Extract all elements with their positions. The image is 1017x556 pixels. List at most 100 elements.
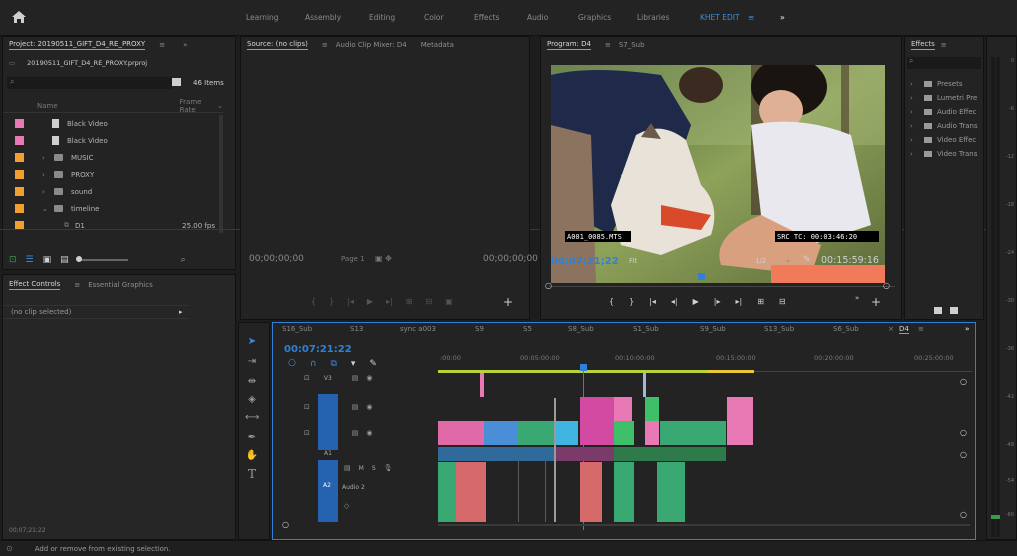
sequence-tab[interactable]: S6_Sub xyxy=(833,325,859,333)
sequence-tab[interactable]: S9 xyxy=(475,325,484,333)
scroll-handle-icon[interactable]: ○ xyxy=(960,377,967,386)
eye-icon[interactable]: ◉ xyxy=(366,429,372,437)
clip-v1[interactable] xyxy=(484,421,518,445)
step-forward-icon[interactable]: ▸| xyxy=(386,297,393,306)
chevron-right-icon[interactable]: › xyxy=(42,154,50,162)
clip-v3[interactable] xyxy=(480,373,484,397)
clip-v2[interactable] xyxy=(727,397,753,421)
effects-item-audio-transitions[interactable]: › Audio Trans xyxy=(910,122,978,130)
clip-v1[interactable] xyxy=(645,421,659,445)
source-settings-icon[interactable]: ▣ ✥ xyxy=(375,254,392,263)
sync-lock-icon[interactable]: ▤ xyxy=(344,464,351,472)
clip-a2[interactable] xyxy=(580,462,602,522)
linked-selection-icon[interactable]: ⧉ xyxy=(330,359,336,369)
chevron-down-icon[interactable]: ⌄ xyxy=(42,205,50,213)
fit-dropdown[interactable]: Fit xyxy=(629,257,637,265)
eye-icon[interactable]: ◉ xyxy=(366,403,372,411)
sequence-tab[interactable]: sync a003 xyxy=(400,325,436,333)
mark-in-icon[interactable]: { xyxy=(609,297,614,306)
list-view-icon[interactable]: ☰ xyxy=(26,255,34,265)
track-label-a2[interactable]: A2 xyxy=(323,482,331,489)
list-item[interactable]: › sound xyxy=(15,184,92,199)
col-name-header[interactable]: Name xyxy=(37,102,58,110)
sync-lock-icon[interactable]: ▤ xyxy=(352,429,359,437)
mark-in-icon[interactable]: { xyxy=(311,297,316,306)
panel-menu-icon[interactable]: ≡ xyxy=(918,325,924,333)
mark-out-icon[interactable]: } xyxy=(329,297,334,306)
tab-effect-controls[interactable]: Effect Controls xyxy=(9,280,61,290)
tab-graphics[interactable]: Graphics xyxy=(578,13,611,22)
track-label-a1[interactable]: A1 xyxy=(324,450,332,457)
fit-chevron-icon[interactable]: ⌄ xyxy=(659,256,665,264)
go-to-in-icon[interactable]: |◂ xyxy=(649,297,656,306)
sequence-tab[interactable]: S5 xyxy=(523,325,532,333)
sync-lock-icon[interactable]: ▤ xyxy=(352,374,359,382)
tab-effects[interactable]: Effects xyxy=(474,13,500,22)
sync-lock-icon[interactable]: ▤ xyxy=(352,403,359,411)
freeform-view-icon[interactable]: ▤ xyxy=(60,255,69,265)
track-select-tool-icon[interactable]: ⇥ xyxy=(245,356,259,368)
step-back-icon[interactable]: |◂ xyxy=(347,297,354,306)
export-frame-icon[interactable]: ▣ xyxy=(445,297,453,306)
tab-libraries[interactable]: Libraries xyxy=(637,13,669,22)
close-tab-icon[interactable]: × xyxy=(888,325,894,333)
type-tool-icon[interactable]: T xyxy=(245,468,259,480)
tab-learning[interactable]: Learning xyxy=(246,13,279,22)
program-video-frame[interactable] xyxy=(551,65,885,283)
home-icon[interactable] xyxy=(12,11,26,23)
tab-khet-edit[interactable]: KHET EDIT xyxy=(700,13,740,22)
clip-a1[interactable] xyxy=(554,447,614,461)
clip-a1[interactable] xyxy=(614,447,726,461)
timeline-horizontal-scrollbar[interactable] xyxy=(438,524,970,526)
clip-a2[interactable] xyxy=(456,462,486,522)
list-item[interactable]: › PROXY xyxy=(15,167,94,182)
more-workspaces-button[interactable]: » xyxy=(780,13,785,22)
clip-v1[interactable] xyxy=(660,421,726,445)
step-back-icon[interactable]: ◂| xyxy=(671,297,678,306)
tab-program[interactable]: Program: D4 xyxy=(547,40,591,50)
razor-tool-icon[interactable]: ◈ xyxy=(245,394,259,406)
delete-icon[interactable] xyxy=(950,307,958,314)
playhead-marker[interactable] xyxy=(698,273,705,280)
clip-v3[interactable] xyxy=(643,373,646,397)
tab-audio[interactable]: Audio xyxy=(527,13,548,22)
search-icon[interactable]: ⌕ xyxy=(181,255,186,265)
clip-v2[interactable] xyxy=(614,397,632,421)
step-forward-icon[interactable]: |▸ xyxy=(714,297,721,306)
zoom-handle-left[interactable]: ○ xyxy=(545,281,552,290)
timeline-timecode[interactable]: 00:07:21:22 xyxy=(284,344,352,355)
lock-icon[interactable]: ⊡ xyxy=(9,255,17,265)
sequence-tab[interactable]: S13 xyxy=(350,325,363,333)
project-tab[interactable]: Project: 20190511_GIFT_D4_RE_PROXY xyxy=(9,40,146,50)
sort-chevron-icon[interactable]: ⌄ xyxy=(217,102,223,110)
sequence-tab[interactable]: S8_Sub xyxy=(568,325,594,333)
project-scrollbar[interactable] xyxy=(219,115,223,233)
lock-icon[interactable]: ⊡ xyxy=(304,374,310,382)
clip-v1[interactable] xyxy=(518,421,554,445)
eye-icon[interactable]: ◉ xyxy=(366,374,372,382)
project-search-input[interactable]: ⌕ xyxy=(7,77,172,89)
clip-a2[interactable] xyxy=(438,462,456,522)
program-scrub-bar[interactable] xyxy=(549,279,895,287)
new-bin-icon[interactable] xyxy=(934,307,942,314)
selection-tool-icon[interactable]: ➤ xyxy=(245,336,259,348)
source-patch-audio[interactable] xyxy=(318,460,338,522)
sequence-tab[interactable]: S13_Sub xyxy=(764,325,794,333)
zoom-handle-left[interactable]: ○ xyxy=(282,520,289,529)
lock-icon[interactable]: ⊡ xyxy=(304,429,310,437)
timeline-ruler[interactable] xyxy=(438,350,972,372)
tab-metadata[interactable]: Metadata xyxy=(421,41,454,49)
clip-v2[interactable] xyxy=(645,397,659,421)
panel-menu-icon[interactable]: ≡ xyxy=(322,41,328,49)
timeline-settings-icon[interactable]: ✎ xyxy=(369,359,377,369)
effects-item-lumetri[interactable]: › Lumetri Pre xyxy=(910,94,977,102)
sequence-tab[interactable]: S16_Sub xyxy=(282,325,312,333)
sequence-tab[interactable]: S9_Sub xyxy=(700,325,726,333)
nest-icon[interactable]: ⎔ xyxy=(288,359,296,369)
source-timecode-out[interactable]: 00;00;00;00 xyxy=(483,254,538,264)
panel-menu-icon[interactable]: ≡ xyxy=(159,41,165,49)
icon-view-icon[interactable]: ▣ xyxy=(43,255,52,265)
panel-menu-icon[interactable]: ≡ xyxy=(941,41,947,49)
clip-v1[interactable] xyxy=(614,421,634,445)
effect-controls-timecode[interactable]: 00;07;21;22 xyxy=(9,527,46,534)
